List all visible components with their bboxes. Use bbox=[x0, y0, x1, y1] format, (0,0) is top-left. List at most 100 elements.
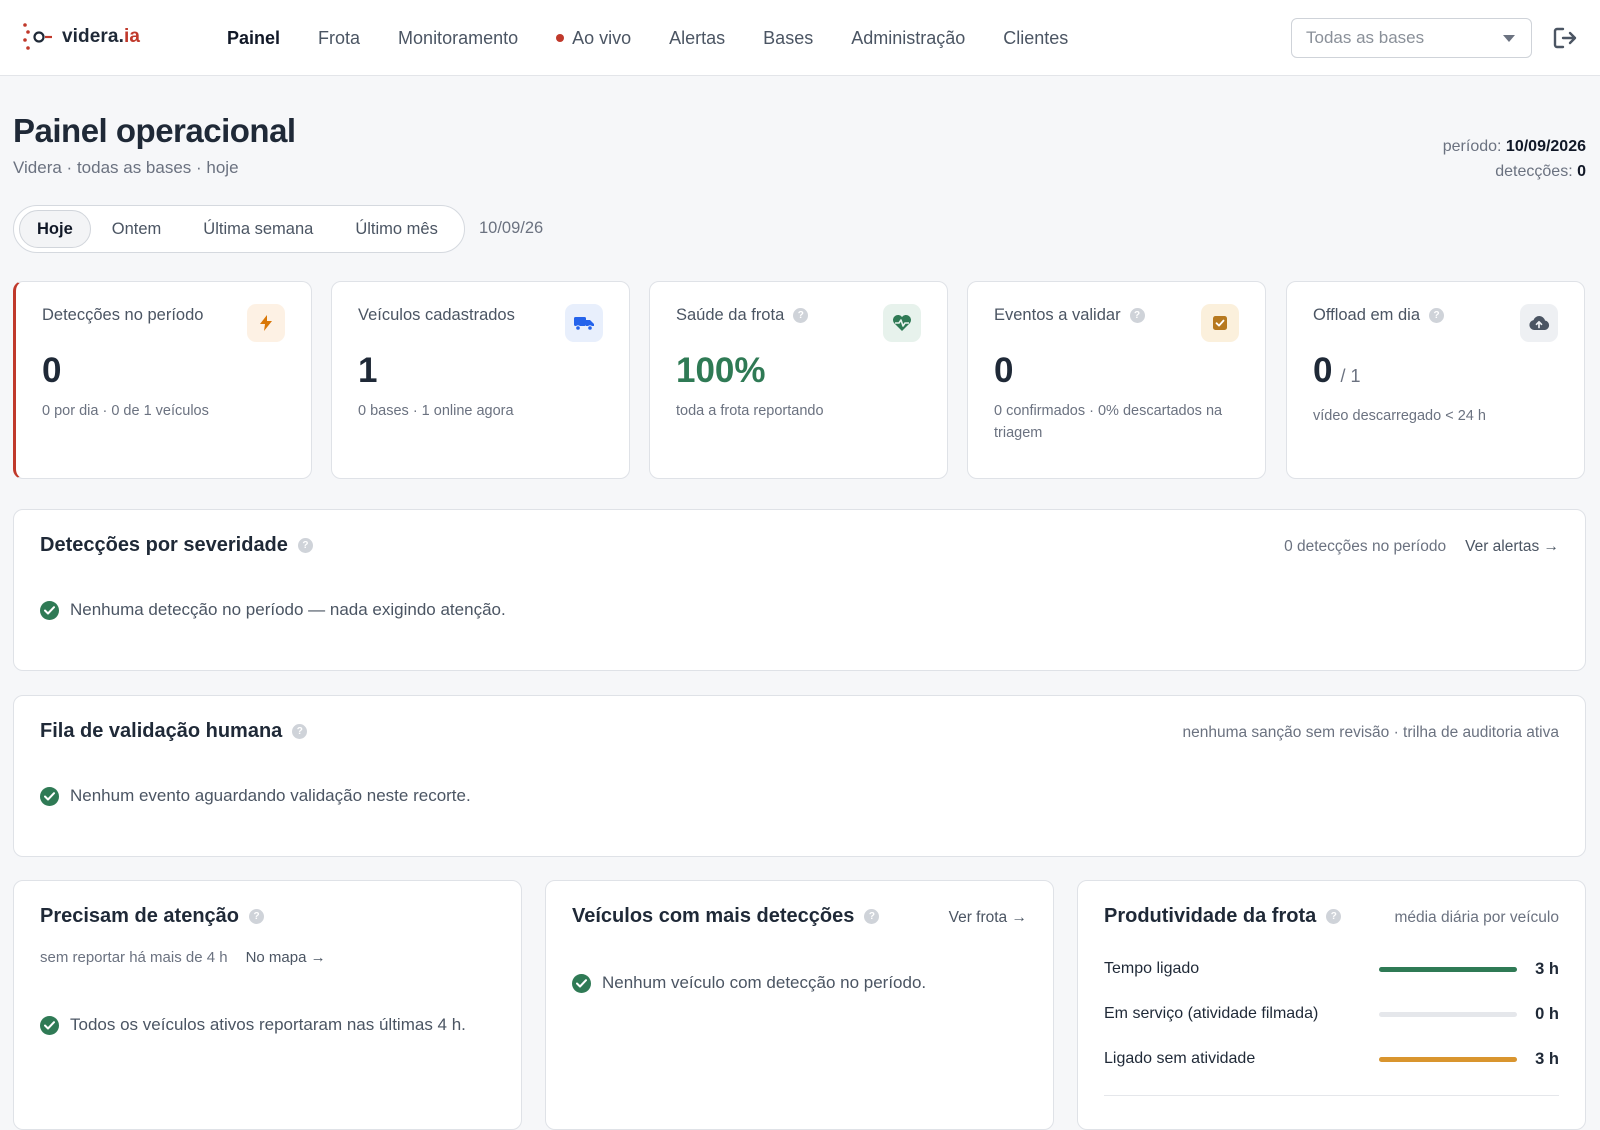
kpi-sub: 0 bases · 1 online agora bbox=[358, 403, 514, 419]
productivity-value: 3 h bbox=[1535, 959, 1559, 978]
productivity-row: Em serviço (atividade filmada) 0 h bbox=[1104, 1002, 1559, 1026]
nav-item-monitoramento[interactable]: Monitoramento bbox=[379, 28, 537, 49]
live-dot-icon bbox=[556, 34, 565, 42]
chevron-down-icon bbox=[1503, 35, 1515, 42]
attention-meta: sem reportar há mais de 4 h No mapa → bbox=[40, 949, 326, 966]
nav-label: Alertas bbox=[669, 27, 726, 48]
nav-item-bases[interactable]: Bases bbox=[744, 28, 832, 49]
brand-logo[interactable]: videra.ia bbox=[22, 22, 140, 52]
help-icon[interactable]: ? bbox=[1129, 308, 1145, 323]
productivity-bar bbox=[1379, 1056, 1517, 1062]
validation-title: Fila de validação humana? bbox=[40, 720, 308, 743]
validation-meta-text: nenhuma sanção sem revisão · trilha de a… bbox=[1182, 724, 1559, 741]
top-bar: videra.ia Painel Frota Monitoramento Ao … bbox=[0, 0, 1600, 76]
attention-empty-state: Todos os veículos ativos reportaram nas … bbox=[40, 1015, 466, 1035]
view-fleet-link[interactable]: Ver frota → bbox=[949, 909, 1027, 927]
period-tabs: Hoje Ontem Última semana Último mês bbox=[13, 205, 465, 253]
period-date: 10/09/26 bbox=[479, 219, 544, 237]
view-alerts-link[interactable]: Ver alertas → bbox=[1465, 538, 1559, 556]
productivity-bar bbox=[1379, 966, 1517, 972]
nav-label: Monitoramento bbox=[398, 27, 519, 48]
logout-icon[interactable] bbox=[1553, 26, 1579, 50]
tab-ontem[interactable]: Ontem bbox=[91, 210, 183, 248]
page-title: Painel operacional bbox=[13, 112, 296, 149]
tab-ultimo-mes[interactable]: Último mês bbox=[334, 210, 459, 248]
nav-item-alertas[interactable]: Alertas bbox=[650, 28, 744, 49]
check-circle-icon bbox=[40, 600, 59, 620]
nav-item-painel[interactable]: Painel bbox=[208, 28, 299, 49]
tab-ultima-semana[interactable]: Última semana bbox=[182, 210, 334, 248]
nav-item-clientes[interactable]: Clientes bbox=[984, 28, 1087, 49]
validation-meta: nenhuma sanção sem revisão · trilha de a… bbox=[1182, 724, 1559, 742]
nav-label: Ao vivo bbox=[572, 27, 632, 48]
help-icon[interactable]: ? bbox=[864, 909, 880, 924]
productivity-value: 3 h bbox=[1535, 1049, 1559, 1068]
productivity-panel: Produtividade da frota? média diária por… bbox=[1077, 880, 1586, 1130]
attention-panel: Precisam de atenção? sem reportar há mai… bbox=[13, 880, 522, 1130]
empty-text: Nenhum veículo com detecção no período. bbox=[602, 973, 927, 992]
checkbox-icon bbox=[1201, 304, 1239, 342]
map-link[interactable]: No mapa → bbox=[246, 949, 326, 966]
check-circle-icon bbox=[40, 786, 59, 806]
kpi-value: 1 bbox=[358, 351, 378, 390]
brand-name-main: videra. bbox=[62, 26, 124, 47]
kpi-label-text: Veículos cadastrados bbox=[358, 306, 515, 324]
help-icon[interactable]: ? bbox=[793, 308, 809, 323]
tab-hoje[interactable]: Hoje bbox=[19, 210, 91, 248]
empty-text: Nenhum evento aguardando validação neste… bbox=[70, 786, 471, 805]
productivity-meta: média diária por veículo bbox=[1394, 909, 1559, 927]
validation-panel: Fila de validação humana? nenhuma sanção… bbox=[13, 695, 1586, 857]
kpi-label-text: Offload em dia bbox=[1313, 306, 1421, 324]
help-icon[interactable]: ? bbox=[297, 538, 313, 553]
section-title-text: Veículos com mais detecções bbox=[572, 905, 855, 927]
period-label: período: bbox=[1442, 138, 1502, 155]
kpi-value: 0 bbox=[994, 351, 1014, 390]
severity-count: 0 detecções no período bbox=[1284, 538, 1447, 555]
help-icon[interactable]: ? bbox=[249, 909, 264, 924]
period-line: período: 10/09/2026 bbox=[1443, 134, 1586, 159]
attention-title: Precisam de atenção? bbox=[40, 905, 264, 928]
nav-item-ao-vivo[interactable]: Ao vivo bbox=[537, 28, 650, 49]
severity-title: Detecções por severidade? bbox=[40, 534, 313, 557]
kpi-card-saude[interactable]: Saúde da frota? 100% toda a frota report… bbox=[649, 281, 948, 479]
productivity-meta-text: média diária por veículo bbox=[1394, 909, 1559, 926]
check-circle-icon bbox=[40, 1015, 59, 1035]
productivity-label: Em serviço (atividade filmada) bbox=[1104, 1005, 1319, 1022]
section-title-text: Detecções por severidade bbox=[40, 534, 288, 556]
kpi-card-deteccoes[interactable]: Detecções no período 0 0 por dia · 0 de … bbox=[13, 281, 312, 479]
kpi-sub: 0 confirmados · 0% descartados na triage… bbox=[994, 403, 1223, 441]
kpi-card-veiculos[interactable]: Veículos cadastrados 1 0 bases · 1 onlin… bbox=[331, 281, 630, 479]
check-circle-icon bbox=[572, 973, 591, 993]
help-icon[interactable]: ? bbox=[1326, 909, 1342, 924]
severity-empty-state: Nenhuma detecção no período — nada exigi… bbox=[40, 600, 506, 620]
nav-label: Painel bbox=[227, 27, 281, 48]
kpi-label-text: Detecções no período bbox=[42, 306, 204, 324]
cloud-upload-icon bbox=[1520, 304, 1558, 342]
nav-item-frota[interactable]: Frota bbox=[299, 28, 379, 49]
kpi-label-text: Eventos a validar bbox=[994, 306, 1121, 324]
top-vehicles-empty-state: Nenhum veículo com detecção no período. bbox=[572, 973, 926, 993]
detections-value: 0 bbox=[1577, 163, 1586, 180]
nav-item-administracao[interactable]: Administração bbox=[832, 28, 984, 49]
nav-label: Frota bbox=[318, 27, 361, 48]
productivity-value: 0 h bbox=[1535, 1004, 1559, 1023]
page-subtitle: Videra · todas as bases · hoje bbox=[13, 158, 239, 177]
brand-name-accent: ia bbox=[123, 26, 141, 47]
kpi-value: 0 bbox=[42, 351, 62, 390]
nav-label: Administração bbox=[851, 27, 966, 48]
detections-label: detecções: bbox=[1495, 163, 1573, 180]
kpi-value: 100% bbox=[676, 351, 766, 390]
kpi-sub: 0 por dia · 0 de 1 veículos bbox=[42, 403, 209, 419]
divider bbox=[1104, 1095, 1559, 1096]
help-icon[interactable]: ? bbox=[292, 724, 308, 739]
kpi-card-offload[interactable]: Offload em dia? 0 / 1 vídeo descarregado … bbox=[1286, 281, 1585, 479]
kpi-value-total: / 1 bbox=[1340, 366, 1361, 386]
kpi-card-eventos[interactable]: Eventos a validar? 0 0 confirmados · 0% … bbox=[967, 281, 1266, 479]
period-summary: período: 10/09/2026 detecções: 0 bbox=[1443, 134, 1586, 184]
base-select[interactable]: Todas as bases bbox=[1291, 18, 1532, 58]
help-icon[interactable]: ? bbox=[1429, 308, 1445, 323]
detections-line: detecções: 0 bbox=[1443, 159, 1586, 184]
brand-name: videra.ia bbox=[62, 26, 140, 48]
empty-text: Nenhuma detecção no período — nada exigi… bbox=[70, 600, 506, 619]
top-vehicles-title: Veículos com mais detecções? bbox=[572, 905, 880, 928]
